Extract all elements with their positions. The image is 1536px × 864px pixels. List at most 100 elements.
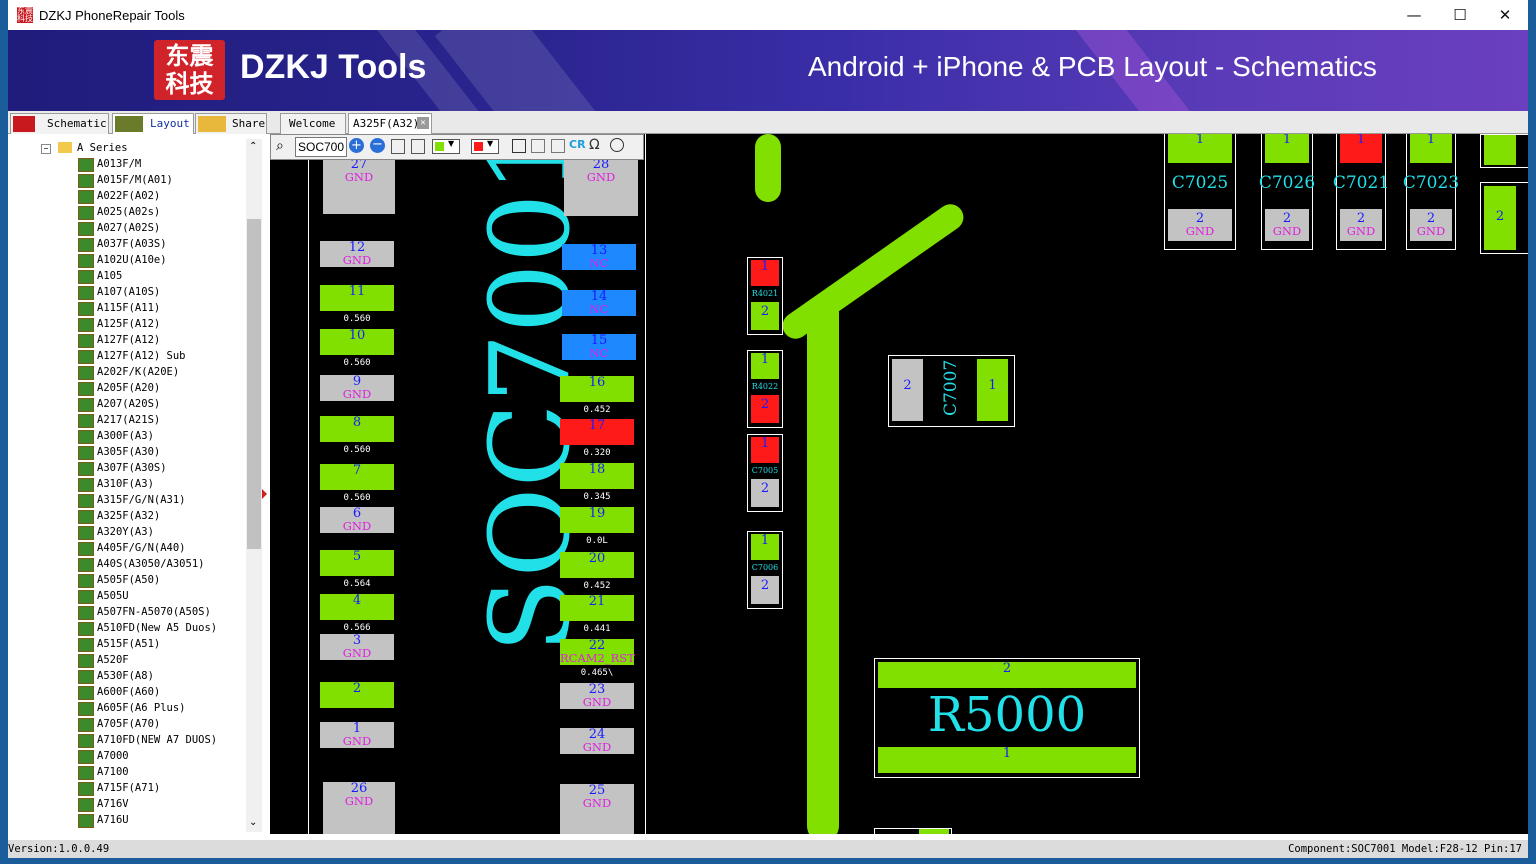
soc-pad[interactable]: 7 bbox=[320, 464, 394, 490]
tree-item[interactable]: A530F(A8) bbox=[8, 668, 248, 684]
collapse-icon[interactable]: − bbox=[41, 144, 51, 154]
tree-item[interactable]: A505F(A50) bbox=[8, 572, 248, 588]
scroll-thumb[interactable] bbox=[247, 219, 261, 549]
soc-pad[interactable]: 8 bbox=[320, 416, 394, 442]
soc-pad[interactable]: 9 GND bbox=[320, 375, 394, 401]
soc-pad[interactable]: 25 GND bbox=[560, 784, 634, 834]
tree-item[interactable]: A605F(A6 Plus) bbox=[8, 700, 248, 716]
tree-item[interactable]: A127F(A12) Sub bbox=[8, 348, 248, 364]
tree-scrollbar[interactable]: ⌃ ⌄ bbox=[246, 139, 262, 832]
c7007-part[interactable]: 2 C7007 1 bbox=[888, 355, 1015, 427]
soc-pad[interactable]: 17 bbox=[560, 419, 634, 445]
small-part[interactable]: 1 C7006 2 bbox=[747, 531, 783, 609]
ohm-icon[interactable]: Ω bbox=[589, 137, 600, 153]
close-button[interactable]: ✕ bbox=[1482, 0, 1528, 30]
search-icon[interactable]: ⌕ bbox=[276, 138, 284, 154]
tree-item[interactable]: A015F/M(A01) bbox=[8, 172, 248, 188]
soc-pad[interactable]: 28 GND bbox=[564, 158, 638, 216]
text-icon[interactable] bbox=[531, 139, 545, 153]
tree-item[interactable]: A7100 bbox=[8, 764, 248, 780]
tree-item[interactable]: A127F(A12) bbox=[8, 332, 248, 348]
tree-item[interactable]: A405F/G/N(A40) bbox=[8, 540, 248, 556]
soc-pad[interactable]: 18 bbox=[560, 463, 634, 489]
soc-pad[interactable]: 26 GND bbox=[323, 782, 395, 834]
tree-item[interactable]: A115F(A11) bbox=[8, 300, 248, 316]
soc-pad[interactable]: 6 GND bbox=[320, 507, 394, 533]
soc-pad[interactable]: 5 bbox=[320, 550, 394, 576]
soc-pad[interactable]: 12 GND bbox=[320, 241, 394, 267]
cr-button[interactable]: CR bbox=[569, 138, 586, 151]
soc-pad[interactable]: 3 GND bbox=[320, 634, 394, 660]
soc-pad[interactable]: 1 GND bbox=[320, 722, 394, 748]
reset-icon[interactable] bbox=[610, 138, 624, 152]
tree-item[interactable]: A520F bbox=[8, 652, 248, 668]
color-picker-red[interactable]: ▼ bbox=[471, 139, 499, 154]
soc-pad[interactable]: 23 GND bbox=[560, 683, 634, 709]
copy-icon[interactable] bbox=[411, 139, 425, 154]
tree-item[interactable]: A207(A20S) bbox=[8, 396, 248, 412]
tree-item[interactable]: A013F/M bbox=[8, 156, 248, 172]
tree-item[interactable]: A716V bbox=[8, 796, 248, 812]
tree-item[interactable]: A716U bbox=[8, 812, 248, 828]
tree-item[interactable]: A037F(A03S) bbox=[8, 236, 248, 252]
zoom-in-icon[interactable]: + bbox=[349, 138, 364, 153]
tree-item[interactable]: A7000 bbox=[8, 748, 248, 764]
capacitor-part[interactable]: 1 C7023 2 GND bbox=[1403, 134, 1459, 250]
window-icon[interactable] bbox=[512, 139, 526, 153]
tree-item[interactable]: A025(A02s) bbox=[8, 204, 248, 220]
soc-pad[interactable]: 19 bbox=[560, 507, 634, 533]
tree-item[interactable]: A027(A02S) bbox=[8, 220, 248, 236]
soc-pad[interactable]: 14 NC bbox=[562, 290, 636, 316]
tree-item[interactable]: A022F(A02) bbox=[8, 188, 248, 204]
tree-item[interactable]: A320Y(A3) bbox=[8, 524, 248, 540]
tree-item[interactable]: A217(A21S) bbox=[8, 412, 248, 428]
fit-page-icon[interactable] bbox=[391, 139, 405, 154]
tree-item[interactable]: A40S(A3050/A3051) bbox=[8, 556, 248, 572]
soc-pad[interactable]: 27 GND bbox=[323, 158, 395, 214]
soc-pad[interactable]: 24 GND bbox=[560, 728, 634, 754]
soc-pad[interactable]: 20 bbox=[560, 552, 634, 578]
tree-item[interactable]: A107(A10S) bbox=[8, 284, 248, 300]
soc-pad[interactable]: 4 bbox=[320, 594, 394, 620]
tab-schematic[interactable]: Schematic bbox=[10, 113, 109, 135]
close-tab-icon[interactable]: ✕ bbox=[417, 117, 429, 129]
soc-pad[interactable]: 13 NC bbox=[562, 244, 636, 270]
pcb-board-view[interactable]: SOC7001 27 GND 12 GND 11 0.560 10 0.560 9 GND 8 0.5… bbox=[270, 134, 1528, 834]
tree-item[interactable]: A715F(A71) bbox=[8, 780, 248, 796]
tree-item[interactable]: A315F/G/N(A31) bbox=[8, 492, 248, 508]
tree-item[interactable]: A105 bbox=[8, 268, 248, 284]
soc-pad[interactable]: 21 bbox=[560, 595, 634, 621]
tree-root[interactable]: − A Series bbox=[8, 140, 248, 156]
small-part[interactable]: 1 C7005 2 bbox=[747, 434, 783, 512]
scroll-down-icon[interactable]: ⌄ bbox=[249, 817, 257, 828]
tree-item[interactable]: A300F(A3) bbox=[8, 428, 248, 444]
tree-item[interactable]: A310F(A3) bbox=[8, 476, 248, 492]
splitter-arrow-icon[interactable] bbox=[262, 489, 267, 499]
tree-item[interactable]: A102U(A10e) bbox=[8, 252, 248, 268]
tree-item[interactable]: A125F(A12) bbox=[8, 316, 248, 332]
soc-pad[interactable]: 2 bbox=[320, 682, 394, 708]
maximize-button[interactable]: ☐ bbox=[1437, 0, 1483, 30]
tree-item[interactable]: A510FD(New A5 Duos) bbox=[8, 620, 248, 636]
tree-item[interactable]: A202F/K(A20E) bbox=[8, 364, 248, 380]
tab-document[interactable]: A325F(A32) ✕ bbox=[348, 113, 432, 135]
color-picker-green[interactable]: ▼ bbox=[432, 139, 460, 154]
tree-item[interactable]: A307F(A30S) bbox=[8, 460, 248, 476]
tree-item[interactable]: A305F(A30) bbox=[8, 444, 248, 460]
tree-item[interactable]: A507FN-A5070(A50S) bbox=[8, 604, 248, 620]
tree-item[interactable]: A325F(A32) bbox=[8, 508, 248, 524]
soc-pad[interactable]: 15 NC bbox=[562, 334, 636, 360]
tree-item[interactable]: A600F(A60) bbox=[8, 684, 248, 700]
tree-item[interactable]: A710FD(NEW A7 DUOS) bbox=[8, 732, 248, 748]
zoom-out-icon[interactable]: − bbox=[370, 138, 385, 153]
tab-share[interactable]: Share bbox=[195, 113, 267, 135]
small-part[interactable]: 1 R4021 2 bbox=[747, 257, 783, 335]
tree-item[interactable]: A505U bbox=[8, 588, 248, 604]
component-search-input[interactable]: SOC700 bbox=[295, 137, 347, 157]
soc-pad[interactable]: 22 RCAM2_RST bbox=[560, 639, 635, 665]
tree-item[interactable]: A515F(A51) bbox=[8, 636, 248, 652]
capacitor-part[interactable]: 1 C7026 2 GND bbox=[1259, 134, 1315, 250]
capacitor-part[interactable]: 1 C7021 2 GND bbox=[1333, 134, 1389, 250]
tree-item[interactable]: A205F(A20) bbox=[8, 380, 248, 396]
tab-layout[interactable]: Layout bbox=[112, 113, 194, 135]
